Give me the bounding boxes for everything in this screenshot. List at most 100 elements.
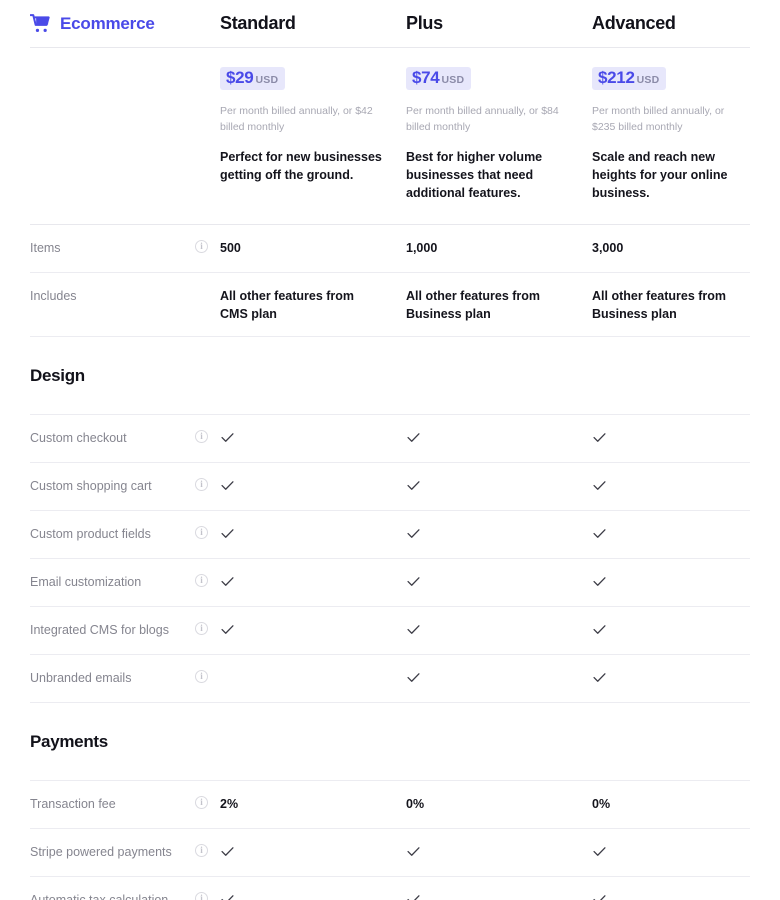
- plan-name: Advanced: [592, 13, 676, 33]
- feature-label: Transaction fee: [30, 797, 116, 812]
- plan-name: Plus: [406, 13, 443, 33]
- checkmark-icon: [407, 895, 420, 900]
- checkmark-icon: [407, 481, 420, 491]
- plan-price-cell-advanced: $212 USD Per month billed annually, or $2…: [592, 67, 750, 202]
- checkmark-icon: [593, 577, 606, 587]
- checkmark-icon: [221, 625, 234, 635]
- checkmark-icon: [407, 625, 420, 635]
- feature-label: Integrated CMS for blogs: [30, 623, 169, 638]
- row-label-cell: Unbranded emails i: [30, 669, 220, 687]
- cell-value: All other features from Business plan: [592, 288, 727, 322]
- cell-advanced: 3,000: [592, 239, 750, 257]
- checkmark-icon: [407, 577, 420, 587]
- section-title: Design: [30, 365, 85, 385]
- info-icon[interactable]: i: [195, 478, 208, 492]
- info-icon[interactable]: i: [195, 844, 208, 858]
- feature-label: Unbranded emails: [30, 671, 132, 686]
- cell-plus: [406, 573, 592, 589]
- checkmark-icon: [593, 481, 606, 491]
- cell-plus: [406, 621, 592, 637]
- cell-standard: [220, 891, 406, 900]
- brand-cell: Ecommerce: [30, 14, 220, 34]
- info-icon[interactable]: i: [195, 622, 208, 636]
- billing-note: Per month billed annually, or $235 bille…: [592, 105, 725, 134]
- checkmark-icon: [221, 847, 234, 857]
- plan-price-cell-plus: $74 USD Per month billed annually, or $84…: [406, 67, 592, 202]
- plan-description: Scale and reach new heights for your onl…: [592, 149, 728, 200]
- table-row: Unbranded emails i: [30, 655, 750, 704]
- table-body: Items i 500 1,000 3,000 Includes All other fea…: [30, 225, 750, 900]
- cell-advanced: [592, 477, 750, 493]
- cell-plus: [406, 843, 592, 859]
- cell-standard: [220, 525, 406, 541]
- cell-value: 3,000: [592, 240, 624, 255]
- cell-plus: [406, 525, 592, 541]
- feature-label: Includes: [30, 288, 77, 303]
- plan-name: Standard: [220, 13, 296, 33]
- cell-advanced: [592, 573, 750, 589]
- table-row: Transaction fee i 2% 0% 0%: [30, 781, 750, 830]
- info-icon[interactable]: i: [195, 670, 208, 684]
- table-row: Email customization i: [30, 559, 750, 608]
- cell-value: 500: [220, 240, 241, 255]
- checkmark-icon: [593, 529, 606, 539]
- cell-standard: [220, 429, 406, 445]
- feature-label: Custom checkout: [30, 431, 127, 446]
- checkmark-icon: [407, 847, 420, 857]
- table-row: Integrated CMS for blogs i: [30, 607, 750, 656]
- checkmark-icon: [221, 529, 234, 539]
- feature-label: Items: [30, 240, 61, 255]
- cell-standard: 500: [220, 239, 406, 257]
- price-currency: USD: [636, 74, 660, 86]
- checkmark-icon: [593, 895, 606, 900]
- price-currency: USD: [255, 74, 279, 86]
- billing-note: Per month billed annually, or $84 billed…: [406, 105, 559, 134]
- table-header-row: Ecommerce Standard Plus Advanced: [30, 0, 750, 48]
- checkmark-icon: [221, 481, 234, 491]
- checkmark-icon: [593, 673, 606, 683]
- feature-label: Custom product fields: [30, 527, 151, 542]
- cell-value: 0%: [406, 797, 425, 812]
- table-row: Stripe powered payments i: [30, 829, 750, 878]
- info-icon[interactable]: i: [195, 526, 208, 540]
- brand: Ecommerce: [30, 14, 220, 34]
- price-amount: $212: [598, 68, 635, 87]
- checkmark-icon: [407, 673, 420, 683]
- row-label-cell: Integrated CMS for blogs i: [30, 621, 220, 639]
- cell-plus: 0%: [406, 795, 592, 813]
- plan-header-standard: Standard: [220, 13, 406, 34]
- info-icon[interactable]: i: [195, 430, 208, 444]
- feature-label: Email customization: [30, 575, 142, 590]
- cell-value: 1,000: [406, 240, 438, 255]
- brand-name: Ecommerce: [60, 13, 155, 33]
- plan-price-row: $29 USD Per month billed annually, or $42…: [30, 48, 750, 225]
- price-badge: $212 USD: [592, 67, 667, 90]
- pricing-comparison-table: Ecommerce Standard Plus Advanced $29 USD …: [0, 0, 780, 900]
- plan-description: Best for higher volume businesses that n…: [406, 149, 543, 200]
- checkmark-icon: [221, 577, 234, 587]
- info-icon[interactable]: i: [195, 796, 208, 810]
- checkmark-icon: [221, 433, 234, 443]
- cell-standard: 2%: [220, 795, 406, 813]
- section-header: Design: [30, 337, 750, 416]
- cell-advanced: All other features from Business plan: [592, 287, 750, 323]
- info-icon[interactable]: i: [195, 892, 208, 900]
- cell-standard: [220, 573, 406, 589]
- row-label-cell: Custom product fields i: [30, 525, 220, 543]
- price-currency: USD: [441, 74, 465, 86]
- cell-value: 0%: [592, 797, 611, 812]
- table-row: Custom checkout i: [30, 415, 750, 464]
- cell-plus: 1,000: [406, 239, 592, 257]
- cell-plus: [406, 891, 592, 900]
- table-row: Custom product fields i: [30, 511, 750, 560]
- cell-standard: [220, 477, 406, 493]
- cell-plus: [406, 477, 592, 493]
- table-row: Includes All other features from CMS plan…: [30, 273, 750, 338]
- checkmark-icon: [593, 847, 606, 857]
- cell-plus: All other features from Business plan: [406, 287, 592, 323]
- checkmark-icon: [593, 625, 606, 635]
- info-icon[interactable]: i: [195, 239, 208, 253]
- checkmark-icon: [407, 529, 420, 539]
- price-badge: $74 USD: [406, 67, 472, 90]
- info-icon[interactable]: i: [195, 574, 208, 588]
